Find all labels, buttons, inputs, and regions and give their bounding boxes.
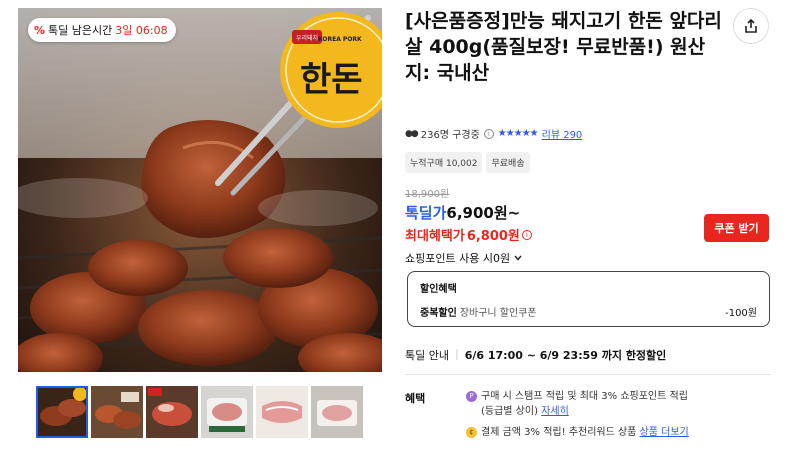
product-tags: 누적구매 10,002 무료배송 bbox=[405, 152, 530, 173]
discount-header: 할인혜택 bbox=[420, 284, 457, 295]
benefits-label: 혜택 bbox=[405, 392, 426, 405]
benefit-stamp-sub: (등급별 상이) bbox=[481, 406, 538, 417]
max-benefit-label: 최대혜택가 bbox=[405, 229, 465, 244]
divider: | bbox=[454, 347, 459, 360]
max-benefit-row: 최대혜택가 6,800원 i bbox=[405, 225, 532, 244]
star-rating-icon: ★★★★★ bbox=[497, 128, 539, 139]
review-link[interactable]: 리뷰 290 bbox=[542, 126, 583, 141]
section-divider bbox=[405, 374, 771, 375]
sale-price-row: 톡딜가6,900원~ bbox=[405, 202, 520, 223]
timer-value: 3일 06:08 bbox=[115, 24, 168, 37]
deal-info-label: 톡딜 안내 bbox=[405, 349, 449, 362]
thumbnail-2[interactable] bbox=[91, 386, 143, 438]
discount-desc: 장바구니 할인쿠폰 bbox=[459, 308, 537, 319]
point-icon: P bbox=[466, 391, 477, 402]
brand-logo-subtitle: KOREA PORK bbox=[318, 36, 362, 43]
coin-icon: ¢ bbox=[466, 427, 477, 438]
share-button[interactable] bbox=[733, 8, 769, 44]
discount-amount: -100원 bbox=[725, 308, 757, 319]
thumbnail-6[interactable] bbox=[311, 386, 363, 438]
discount-type: 중복할인 bbox=[420, 308, 457, 319]
product-title: [사은품증정]만능 돼지고기 한돈 앞다리살 400g(품질보장! 무료반품!)… bbox=[405, 10, 722, 84]
thumbnail-3[interactable] bbox=[146, 386, 198, 438]
share-icon bbox=[745, 18, 757, 33]
percent-icon: % bbox=[34, 23, 46, 37]
thumbnail-4[interactable] bbox=[201, 386, 253, 438]
sale-price-label: 톡딜가 bbox=[405, 204, 447, 222]
benefit-reward-text: 결제 금액 3% 적립! 추천리워드 상품 bbox=[481, 427, 637, 438]
deal-timer-badge: % 톡딜 남은시간 3일 06:08 bbox=[28, 18, 176, 42]
info-icon[interactable]: i bbox=[483, 128, 494, 139]
thumbnail-5[interactable] bbox=[256, 386, 308, 438]
chevron-down-icon bbox=[514, 255, 522, 261]
more-products-link[interactable]: 상품 더보기 bbox=[640, 427, 689, 438]
coupon-button[interactable]: 쿠폰 받기 bbox=[704, 214, 769, 242]
product-main-image[interactable]: 우리돼지 KOREA PORK 한돈 % 톡딜 남은시간 3일 06:08 bbox=[18, 8, 382, 372]
benefit-stamp: P 구매 시 스탬프 적립 및 최대 3% 쇼핑포인트 적립 (등급별 상이) … bbox=[466, 389, 688, 419]
details-link[interactable]: 자세히 bbox=[541, 406, 569, 417]
timer-label: 톡딜 남은시간 bbox=[48, 24, 113, 37]
eyes-icon: ●● bbox=[405, 128, 419, 139]
thumbnail-1[interactable] bbox=[36, 386, 88, 438]
info-icon[interactable]: i bbox=[521, 229, 532, 240]
thumbnail-strip bbox=[36, 386, 363, 438]
sale-price-value: 6,900원~ bbox=[446, 204, 521, 222]
tag-free-shipping: 무료배송 bbox=[486, 152, 530, 173]
deal-info: 톡딜 안내 | 6/6 17:00 ~ 6/9 23:59 까지 한정할인 bbox=[405, 347, 666, 363]
points-dropdown[interactable]: 쇼핑포인트 사용 시0원 bbox=[405, 250, 523, 266]
tag-cumulative-purchases: 누적구매 10,002 bbox=[405, 152, 483, 173]
max-benefit-value: 6,800원 bbox=[466, 229, 520, 244]
benefit-stamp-text: 구매 시 스탬프 적립 및 최대 3% 쇼핑포인트 적립 bbox=[481, 391, 688, 402]
product-info: [사은품증정]만능 돼지고기 한돈 앞다리살 400g(품질보장! 무료반품!)… bbox=[405, 8, 771, 86]
points-label: 쇼핑포인트 사용 시0원 bbox=[405, 252, 511, 265]
brand-logo-text: 한돈 bbox=[300, 60, 363, 100]
benefit-reward: ¢ 결제 금액 3% 적립! 추천리워드 상품 상품 더보기 bbox=[466, 425, 689, 440]
discount-row: 중복할인 장바구니 할인쿠폰 -100원 bbox=[420, 304, 757, 319]
deal-period: 6/6 17:00 ~ 6/9 23:59 까지 한정할인 bbox=[464, 349, 667, 362]
rating-row: ●● 236명 구경중 i ★★★★★ 리뷰 290 bbox=[405, 126, 582, 141]
original-price: 18,900원 bbox=[405, 189, 450, 200]
viewers-count: 236명 구경중 bbox=[420, 130, 480, 141]
discount-box: 할인혜택 중복할인 장바구니 할인쿠폰 -100원 bbox=[407, 271, 770, 327]
